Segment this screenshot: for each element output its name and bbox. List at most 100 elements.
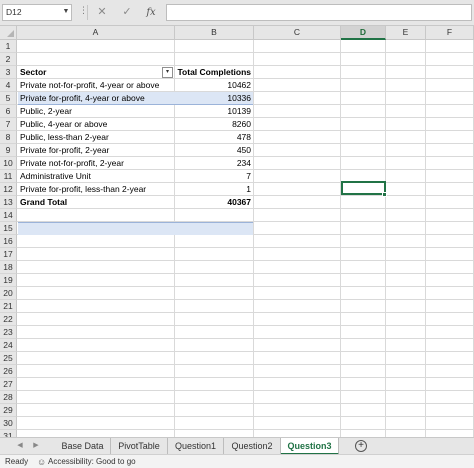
- formula-bar: D12 ▼ ⋮ ✕ ✓ fx: [0, 0, 474, 26]
- row-header-24[interactable]: 24: [0, 339, 17, 352]
- sheet-tab-question3[interactable]: Question3: [281, 438, 339, 455]
- row-header-16[interactable]: 16: [0, 235, 17, 248]
- formula-bar-separator: [87, 5, 88, 20]
- pivot-row-sector[interactable]: Private for-profit, less-than 2-year: [18, 183, 174, 196]
- grid-row-line: [17, 429, 474, 430]
- sheet-tab-question2[interactable]: Question2: [224, 438, 281, 454]
- active-cell[interactable]: [341, 181, 386, 195]
- select-all-icon: [7, 30, 14, 37]
- pivot-row-sector[interactable]: Private for-profit, 4-year or above: [18, 92, 174, 105]
- row-header-25[interactable]: 25: [0, 352, 17, 365]
- pivot-row-total[interactable]: 8260: [175, 118, 253, 131]
- row-header-14[interactable]: 14: [0, 209, 17, 222]
- row-header-6[interactable]: 6: [0, 105, 17, 118]
- row-header-13[interactable]: 13: [0, 196, 17, 209]
- row-header-29[interactable]: 29: [0, 404, 17, 417]
- pivot-row-sector[interactable]: Private for-profit, 2-year: [18, 144, 174, 157]
- row-header-21[interactable]: 21: [0, 300, 17, 313]
- pivot-row-total[interactable]: 10336: [175, 92, 253, 105]
- grid-row-line: [17, 273, 474, 274]
- grid-row-line: [17, 286, 474, 287]
- row-header-26[interactable]: 26: [0, 365, 17, 378]
- row-header-31[interactable]: 31: [0, 430, 17, 437]
- grid-row-line: [17, 416, 474, 417]
- tab-scroll-right-icon[interactable]: ▶: [30, 440, 42, 452]
- pivot-grand-total-label[interactable]: Grand Total: [18, 196, 174, 209]
- grid-row-line: [17, 377, 474, 378]
- row-header-15[interactable]: 15: [0, 222, 17, 235]
- row-header-10[interactable]: 10: [0, 157, 17, 170]
- tab-scroll-left-icon[interactable]: ◀: [14, 440, 26, 452]
- add-sheet-button[interactable]: +: [355, 440, 367, 452]
- pivot-row-sector[interactable]: Public, 2-year: [18, 105, 174, 118]
- pivot-filter-dropdown-icon[interactable]: ▾: [162, 67, 173, 78]
- row-header-17[interactable]: 17: [0, 248, 17, 261]
- grid-row-line: [17, 325, 474, 326]
- accessibility-icon[interactable]: ☺: [37, 456, 46, 468]
- row-header-9[interactable]: 9: [0, 144, 17, 157]
- pivot-row-sector[interactable]: Private not-for-profit, 4-year or above: [18, 79, 174, 92]
- pivot-row-sector[interactable]: Public, less-than 2-year: [18, 131, 174, 144]
- insert-function-icon[interactable]: fx: [141, 4, 161, 21]
- sheet-tabs-bar: ◀ ▶ Base Data PivotTable Question1 Question…: [0, 437, 474, 455]
- pivot-grand-total-value[interactable]: 40367: [175, 196, 253, 209]
- grid-row-line: [17, 312, 474, 313]
- name-box-dropdown-icon[interactable]: ▼: [61, 4, 71, 19]
- enter-check-icon[interactable]: ✓: [117, 4, 137, 21]
- row-header-19[interactable]: 19: [0, 274, 17, 287]
- pivot-row-sector[interactable]: Private not-for-profit, 2-year: [18, 157, 174, 170]
- pivot-row-total[interactable]: 1: [175, 183, 253, 196]
- fill-handle[interactable]: [382, 192, 387, 197]
- row-header-2[interactable]: 2: [0, 53, 17, 66]
- grid-row-line: [17, 403, 474, 404]
- pivot-header-total[interactable]: Total Completions: [175, 66, 253, 79]
- grid-row-line: [17, 390, 474, 391]
- pivot-row-total[interactable]: 234: [175, 157, 253, 170]
- column-header-d[interactable]: D: [341, 26, 386, 40]
- accessibility-status[interactable]: Accessibility: Good to go: [48, 455, 136, 468]
- row-header-8[interactable]: 8: [0, 131, 17, 144]
- pivot-row-total[interactable]: 450: [175, 144, 253, 157]
- pivot-row-total[interactable]: 10462: [175, 79, 253, 92]
- column-header-c[interactable]: C: [254, 26, 341, 40]
- grid-row-line: [17, 52, 474, 53]
- row-header-12[interactable]: 12: [0, 183, 17, 196]
- pivot-row-total[interactable]: 7: [175, 170, 253, 183]
- row-header-4[interactable]: 4: [0, 79, 17, 92]
- column-header-e[interactable]: E: [386, 26, 426, 40]
- row-header-7[interactable]: 7: [0, 118, 17, 131]
- row-header-20[interactable]: 20: [0, 287, 17, 300]
- row-header-11[interactable]: 11: [0, 170, 17, 183]
- pivot-row-total[interactable]: 10139: [175, 105, 253, 118]
- row-header-5[interactable]: 5: [0, 92, 17, 105]
- row-header-30[interactable]: 30: [0, 417, 17, 430]
- status-ready: Ready: [5, 457, 29, 466]
- cancel-icon[interactable]: ✕: [92, 4, 112, 21]
- pivot-row-sector[interactable]: Public, 4-year or above: [18, 118, 174, 131]
- pivot-row-sector[interactable]: Administrative Unit: [18, 170, 174, 183]
- row-header-18[interactable]: 18: [0, 261, 17, 274]
- row-header-28[interactable]: 28: [0, 391, 17, 404]
- row-header-27[interactable]: 27: [0, 378, 17, 391]
- sheet-tab-base-data[interactable]: Base Data: [55, 438, 111, 454]
- formula-input[interactable]: [166, 4, 472, 21]
- column-header-b[interactable]: B: [175, 26, 254, 40]
- sheet-tab-pivottable[interactable]: PivotTable: [111, 438, 168, 454]
- formula-bar-grip-icon[interactable]: ⋮: [79, 5, 88, 16]
- select-all-button[interactable]: [0, 26, 17, 40]
- grid-row-line: [17, 338, 474, 339]
- status-bar: Ready ☺ Accessibility: Good to go: [0, 454, 474, 468]
- row-header-22[interactable]: 22: [0, 313, 17, 326]
- pivot-grand-total-row: [18, 222, 253, 235]
- row-header-23[interactable]: 23: [0, 326, 17, 339]
- row-header-3[interactable]: 3: [0, 66, 17, 79]
- worksheet-grid[interactable]: ABCDEF 1 2 3 4 5 6 7 8 9 10 11 12 13 14 15 16 17 18 19 20 21…: [0, 26, 474, 437]
- column-header-a[interactable]: A: [17, 26, 175, 40]
- column-header-f[interactable]: F: [426, 26, 474, 40]
- row-header-1[interactable]: 1: [0, 40, 17, 53]
- grid-row-line: [17, 299, 474, 300]
- sheet-tab-question1[interactable]: Question1: [168, 438, 224, 454]
- pivot-row-total[interactable]: 478: [175, 131, 253, 144]
- grid-row-line: [17, 247, 474, 248]
- pivot-header-sector[interactable]: Sector: [18, 66, 168, 79]
